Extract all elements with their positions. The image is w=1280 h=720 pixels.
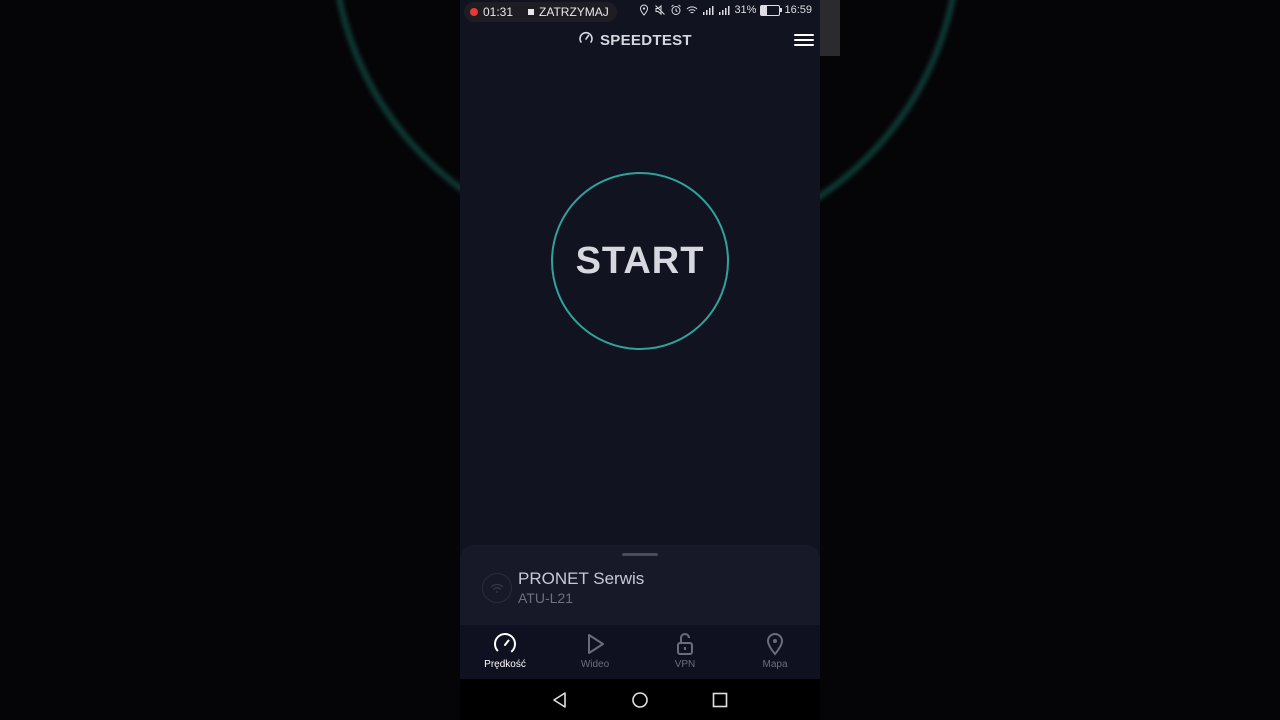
status-bar: 01:31 ZATRZYMAJ 31% 16:59: [460, 0, 820, 24]
speedometer-icon: [578, 30, 594, 50]
nav-item-vpn[interactable]: VPN: [640, 625, 730, 679]
system-nav-bar: [460, 679, 820, 720]
recents-icon[interactable]: [710, 690, 730, 710]
nav-label-map: Mapa: [762, 659, 788, 670]
nav-label-vpn: VPN: [674, 659, 696, 670]
nav-item-video[interactable]: Wideo: [550, 625, 640, 679]
back-icon[interactable]: [550, 690, 570, 710]
unlock-icon: [672, 631, 698, 657]
map-pin-icon: [762, 631, 788, 657]
stop-icon: [528, 9, 535, 15]
connection-sheet[interactable]: PRONET Serwis ATU-L21: [460, 545, 820, 625]
play-icon: [582, 631, 608, 657]
speedometer-icon: [492, 631, 518, 657]
battery-fill: [761, 5, 768, 15]
home-icon[interactable]: [630, 690, 650, 710]
alarm-icon: [670, 4, 682, 16]
screen-recorder-pill[interactable]: 01:31 ZATRZYMAJ: [464, 2, 617, 22]
device-name: ATU-L21: [518, 590, 573, 606]
start-label: START: [575, 239, 705, 282]
mute-icon: [654, 4, 666, 16]
clock: 16:59: [784, 4, 812, 16]
sheet-drag-handle[interactable]: [622, 553, 658, 556]
signal-icon: [702, 4, 714, 16]
stop-recording-button[interactable]: ZATRZYMAJ: [539, 5, 609, 19]
location-icon: [638, 4, 650, 16]
nav-item-map[interactable]: Mapa: [730, 625, 820, 679]
start-button[interactable]: START: [551, 172, 729, 350]
battery-percent: 31%: [734, 4, 757, 16]
wifi-status-icon: [686, 4, 698, 16]
bottom-nav: Prędkość Wideo VPN Mapa: [460, 625, 820, 679]
record-dot-icon: [470, 8, 478, 16]
app-bar: SPEEDTEST: [460, 28, 820, 52]
recording-time: 01:31: [483, 5, 514, 19]
background-block: [820, 0, 840, 56]
wifi-icon: [482, 573, 512, 603]
nav-label-speed: Prędkość: [484, 659, 526, 670]
provider-name: PRONET Serwis: [518, 569, 645, 588]
nav-item-speed[interactable]: Prędkość: [460, 625, 550, 679]
signal-icon-2: [718, 4, 730, 16]
app-title: SPEEDTEST: [578, 30, 692, 50]
battery-icon: [760, 4, 783, 16]
status-icons: 31% 16:59: [638, 4, 812, 16]
nav-label-video: Wideo: [580, 659, 610, 670]
phone-screen: 01:31 ZATRZYMAJ 31% 16:59 SPEEDTEST STAR…: [460, 0, 820, 720]
hamburger-menu-icon[interactable]: [794, 30, 814, 50]
app-title-text: SPEEDTEST: [600, 31, 692, 49]
